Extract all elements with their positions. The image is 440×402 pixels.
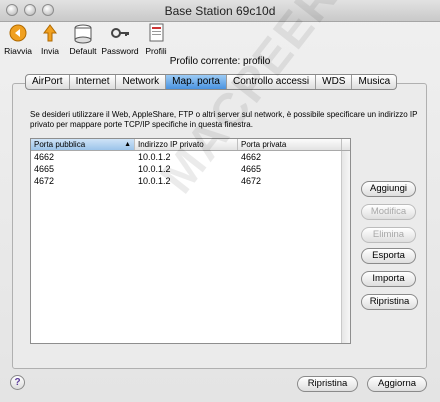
toolbar-restart-label: Riavvia bbox=[4, 46, 32, 56]
toolbar-default-label: Default bbox=[69, 46, 97, 56]
import-button[interactable]: Importa bbox=[361, 271, 416, 287]
cell-public-port: 4662 bbox=[34, 152, 55, 162]
toolbar-profiles[interactable]: Profili bbox=[141, 22, 171, 56]
upload-icon bbox=[37, 22, 63, 44]
tab-port-mapping[interactable]: Map. porta bbox=[166, 75, 227, 89]
cell-private-port: 4672 bbox=[241, 176, 262, 186]
tab-internet[interactable]: Internet bbox=[70, 75, 117, 89]
table-scrollbar[interactable] bbox=[341, 151, 350, 343]
default-icon bbox=[70, 22, 96, 44]
cell-private-ip: 10.0.1.2 bbox=[138, 152, 171, 162]
help-button[interactable]: ? bbox=[10, 375, 25, 390]
column-label: Porta privata bbox=[241, 140, 287, 149]
column-label: Porta pubblica bbox=[34, 140, 86, 149]
cell-private-ip: 10.0.1.2 bbox=[138, 176, 171, 186]
toolbar-restart[interactable]: Riavvia bbox=[3, 22, 33, 56]
profiles-icon bbox=[143, 22, 169, 44]
cell-public-port: 4665 bbox=[34, 164, 55, 174]
edit-button[interactable]: Modifica bbox=[361, 204, 416, 220]
add-button[interactable]: Aggiungi bbox=[361, 181, 416, 197]
column-header-private-ip[interactable]: Indirizzo IP privato bbox=[135, 139, 238, 150]
delete-button[interactable]: Elimina bbox=[361, 227, 416, 243]
table-row[interactable]: 4665 10.0.1.2 4665 bbox=[31, 163, 350, 175]
toolbar-password[interactable]: Password bbox=[101, 22, 139, 56]
toolbar-profiles-label: Profili bbox=[145, 46, 167, 56]
current-profile: Profilo corrente: profilo bbox=[169, 56, 271, 67]
tab-access-control[interactable]: Controllo accessi bbox=[227, 75, 317, 89]
export-button[interactable]: Esporta bbox=[361, 248, 416, 264]
key-icon bbox=[107, 22, 133, 44]
table-row[interactable]: 4662 10.0.1.2 4662 bbox=[31, 151, 350, 163]
restore-button[interactable]: Ripristina bbox=[361, 294, 418, 310]
toolbar-default[interactable]: Default bbox=[66, 22, 100, 56]
table-header: Porta pubblica ▲ Indirizzo IP privato Po… bbox=[31, 139, 350, 151]
update-button[interactable]: Aggiorna bbox=[367, 376, 427, 392]
toolbar-password-label: Password bbox=[101, 46, 139, 56]
toolbar-upload-label: Invia bbox=[41, 46, 59, 56]
cell-private-port: 4662 bbox=[241, 152, 262, 162]
revert-button[interactable]: Ripristina bbox=[297, 376, 358, 392]
cell-private-ip: 10.0.1.2 bbox=[138, 164, 171, 174]
tab-music[interactable]: Musica bbox=[352, 75, 396, 89]
cell-private-port: 4665 bbox=[241, 164, 262, 174]
tab-airport[interactable]: AirPort bbox=[26, 75, 70, 89]
column-label: Indirizzo IP privato bbox=[138, 140, 204, 149]
cell-public-port: 4672 bbox=[34, 176, 55, 186]
toolbar: Riavvia Invia Default Password Profili bbox=[0, 14, 440, 56]
tab-bar: AirPort Internet Network Map. porta Cont… bbox=[25, 74, 398, 90]
port-mapping-table[interactable]: Porta pubblica ▲ Indirizzo IP privato Po… bbox=[30, 138, 351, 344]
table-row[interactable]: 4672 10.0.1.2 4672 bbox=[31, 175, 350, 187]
restart-icon bbox=[5, 22, 31, 44]
help-icon: ? bbox=[14, 377, 21, 388]
column-header-public-port[interactable]: Porta pubblica ▲ bbox=[31, 139, 135, 150]
description-text: Se desideri utilizzare il Web, AppleShar… bbox=[30, 110, 418, 129]
tab-network[interactable]: Network bbox=[116, 75, 167, 89]
toolbar-upload[interactable]: Invia bbox=[35, 22, 65, 56]
tab-wds[interactable]: WDS bbox=[316, 75, 353, 89]
window: Base Station 69c10d Riavvia Invia Defaul… bbox=[0, 0, 440, 402]
column-header-private-port[interactable]: Porta privata bbox=[238, 139, 342, 150]
sort-ascending-icon: ▲ bbox=[124, 141, 131, 148]
